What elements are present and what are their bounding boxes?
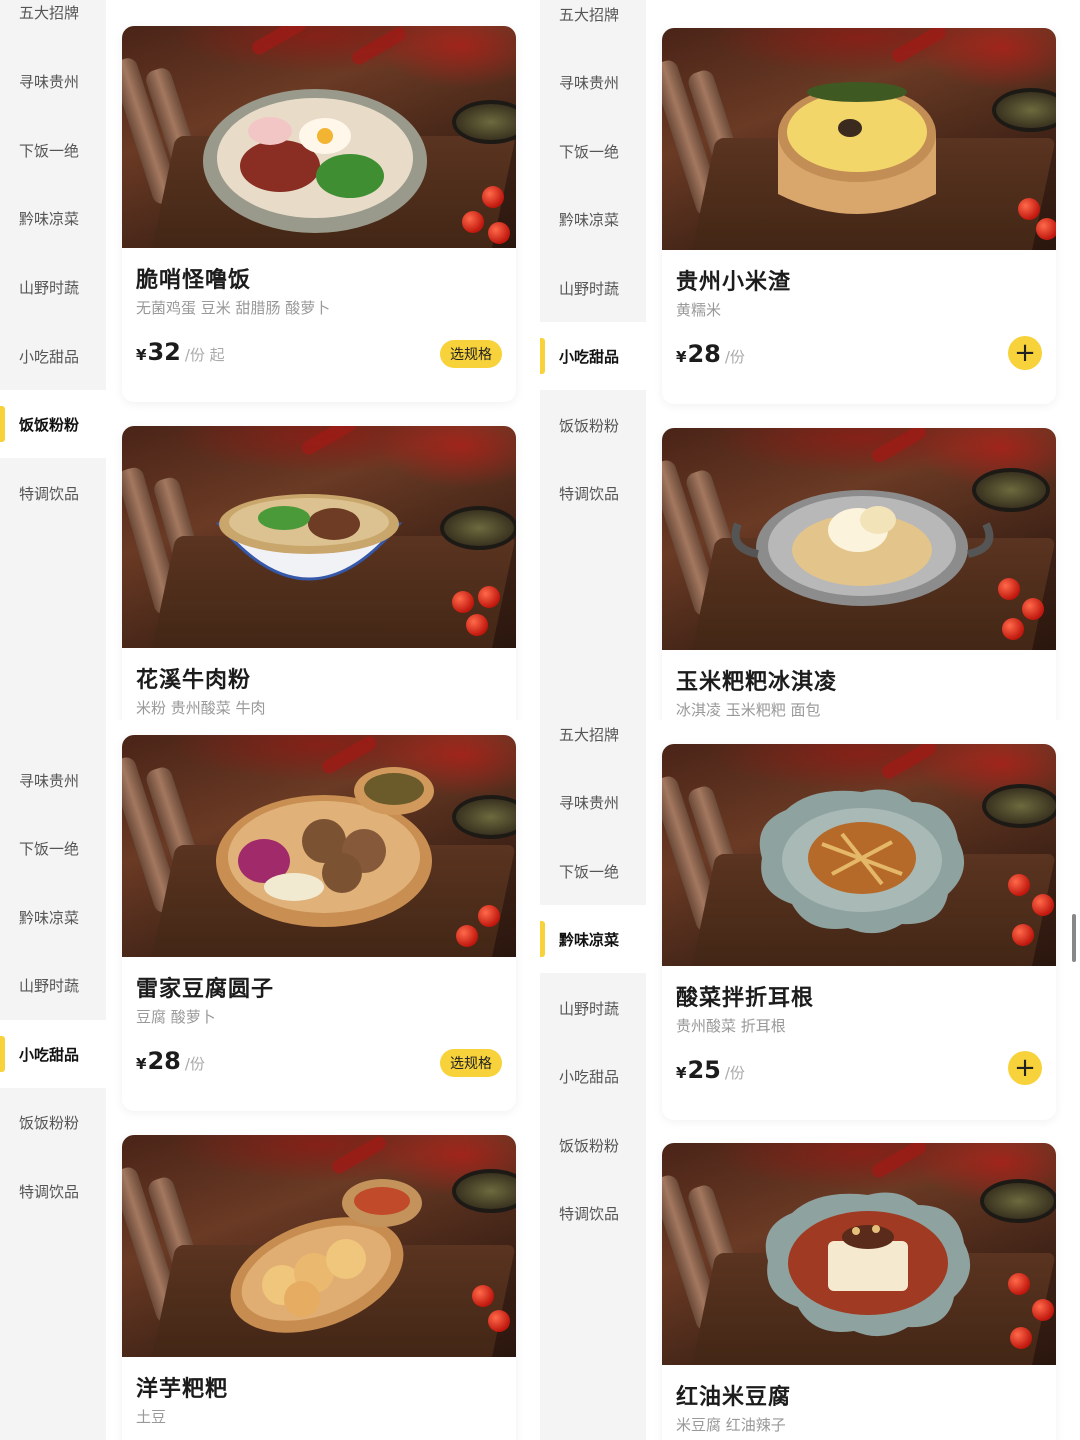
category-item[interactable]: 下饭一绝 (0, 116, 106, 184)
category-item[interactable]: 黔味凉菜 (0, 184, 106, 252)
dish-price: ¥ 25 /份 (676, 1056, 745, 1084)
category-item[interactable]: 饭饭粉粉 (540, 391, 646, 459)
dish-name: 雷家豆腐圆子 (136, 977, 275, 1002)
category-item-active[interactable]: 黔味凉菜 (540, 905, 646, 973)
category-item[interactable]: 寻味贵州 (540, 48, 646, 116)
currency: ¥ (676, 1064, 687, 1082)
dish-name: 洋芋粑粑 (136, 1377, 229, 1402)
scrollbar[interactable] (1072, 914, 1076, 962)
category-item[interactable]: 特调饮品 (0, 459, 106, 527)
price-value: 28 (687, 340, 721, 368)
category-sidebar: 五大招牌 寻味贵州 下饭一绝 黔味凉菜 山野时蔬 小吃甜品 饭饭粉粉 特调饮品 (540, 0, 646, 720)
dish-card[interactable]: 酸菜拌折耳根 贵州酸菜 折耳根 ¥ 25 /份 + (662, 744, 1056, 1120)
dish-photo (662, 1143, 1056, 1365)
dish-card[interactable]: 洋芋粑粑 土豆 (122, 1135, 516, 1440)
add-to-cart-button[interactable]: + (1008, 1051, 1042, 1085)
select-spec-button[interactable]: 选规格 (440, 340, 502, 368)
price-value: 25 (687, 1056, 721, 1084)
dish-photo (662, 744, 1056, 966)
dish-price: ¥ 32 /份 起 (136, 338, 225, 366)
price-value: 32 (147, 338, 181, 366)
category-item[interactable]: 小吃甜品 (0, 322, 106, 390)
dish-desc: 贵州酸菜 折耳根 (676, 1017, 786, 1035)
category-item[interactable]: 山野时蔬 (540, 254, 646, 322)
dish-name: 红油米豆腐 (676, 1385, 792, 1410)
dish-photo (662, 428, 1056, 650)
dish-card[interactable]: 贵州小米渣 黄糯米 ¥ 28 /份 + (662, 28, 1056, 404)
category-item-active[interactable]: 饭饭粉粉 (0, 390, 106, 458)
dish-photo (122, 735, 516, 957)
category-item[interactable]: 寻味贵州 (0, 47, 106, 115)
category-item[interactable]: 饭饭粉粉 (0, 1088, 106, 1156)
category-item[interactable]: 五大招牌 (540, 0, 646, 48)
dish-name: 脆哨怪噜饭 (136, 268, 252, 293)
currency: ¥ (136, 1055, 147, 1073)
price-unit: /份 (724, 1064, 745, 1082)
category-item[interactable]: 下饭一绝 (540, 837, 646, 905)
dish-card[interactable]: 玉米粑粑冰淇凌 冰淇凌 玉米粑粑 面包 (662, 428, 1056, 720)
price-unit: /份 (724, 348, 745, 366)
dish-name: 花溪牛肉粉 (136, 668, 252, 693)
category-item[interactable]: 山野时蔬 (0, 253, 106, 321)
price-unit: /份 (184, 1055, 205, 1073)
dish-name: 贵州小米渣 (676, 270, 792, 295)
category-item[interactable]: 下饭一绝 (540, 117, 646, 185)
dish-photo (662, 28, 1056, 250)
dish-photo (122, 1135, 516, 1357)
category-item[interactable]: 饭饭粉粉 (540, 1111, 646, 1179)
dish-price: ¥ 28 /份 (136, 1047, 205, 1075)
add-to-cart-button[interactable]: + (1008, 336, 1042, 370)
dish-card[interactable]: 脆哨怪噜饭 无菌鸡蛋 豆米 甜腊肠 酸萝卜 ¥ 32 /份 起 选规格 (122, 26, 516, 402)
dish-desc: 豆腐 酸萝卜 (136, 1008, 216, 1026)
dish-desc: 冰淇凌 玉米粑粑 面包 (676, 701, 821, 719)
dish-card[interactable]: 红油米豆腐 米豆腐 红油辣子 (662, 1143, 1056, 1440)
dish-card[interactable]: 雷家豆腐圆子 豆腐 酸萝卜 ¥ 28 /份 选规格 (122, 735, 516, 1111)
dish-name: 酸菜拌折耳根 (676, 986, 815, 1011)
price-unit: /份 起 (184, 346, 225, 364)
left-bottom-panel: 寻味贵州 下饭一绝 黔味凉菜 山野时蔬 小吃甜品 饭饭粉粉 特调饮品 雷家豆腐圆… (0, 720, 530, 1440)
category-item[interactable]: 寻味贵州 (540, 768, 646, 836)
right-top-panel: 五大招牌 寻味贵州 下饭一绝 黔味凉菜 山野时蔬 小吃甜品 饭饭粉粉 特调饮品 … (540, 0, 1080, 720)
dish-desc: 米粉 贵州酸菜 牛肉 (136, 699, 266, 717)
category-item[interactable]: 特调饮品 (0, 1157, 106, 1225)
category-item[interactable]: 特调饮品 (540, 459, 646, 527)
dish-desc: 土豆 (136, 1408, 167, 1426)
category-item[interactable]: 黔味凉菜 (540, 185, 646, 253)
dish-desc: 米豆腐 红油辣子 (676, 1416, 786, 1434)
dish-desc: 黄糯米 (676, 301, 722, 319)
select-spec-button[interactable]: 选规格 (440, 1049, 502, 1077)
category-item[interactable]: 黔味凉菜 (0, 883, 106, 951)
category-sidebar: 寻味贵州 下饭一绝 黔味凉菜 山野时蔬 小吃甜品 饭饭粉粉 特调饮品 (0, 720, 106, 1440)
category-item[interactable]: 山野时蔬 (0, 951, 106, 1019)
currency: ¥ (136, 346, 147, 364)
category-item[interactable]: 寻味贵州 (0, 746, 106, 814)
dish-desc: 无菌鸡蛋 豆米 甜腊肠 酸萝卜 (136, 299, 331, 317)
right-bottom-panel: 五大招牌 寻味贵州 下饭一绝 黔味凉菜 山野时蔬 小吃甜品 饭饭粉粉 特调饮品 … (540, 720, 1080, 1440)
dish-name: 玉米粑粑冰淇凌 (676, 670, 838, 695)
category-item[interactable]: 下饭一绝 (0, 814, 106, 882)
category-item[interactable]: 五大招牌 (0, 0, 106, 46)
category-sidebar: 五大招牌 寻味贵州 下饭一绝 黔味凉菜 山野时蔬 小吃甜品 饭饭粉粉 特调饮品 (0, 0, 106, 720)
left-top-panel: 五大招牌 寻味贵州 下饭一绝 黔味凉菜 山野时蔬 小吃甜品 饭饭粉粉 特调饮品 (0, 0, 530, 720)
dish-photo (122, 426, 516, 648)
dish-price: ¥ 28 /份 (676, 340, 745, 368)
category-sidebar: 五大招牌 寻味贵州 下饭一绝 黔味凉菜 山野时蔬 小吃甜品 饭饭粉粉 特调饮品 (540, 720, 646, 1440)
category-item-active[interactable]: 小吃甜品 (0, 1020, 106, 1088)
category-item[interactable]: 小吃甜品 (540, 1042, 646, 1110)
dish-card[interactable]: 花溪牛肉粉 米粉 贵州酸菜 牛肉 (122, 426, 516, 720)
category-item-active[interactable]: 小吃甜品 (540, 322, 646, 390)
category-item[interactable]: 山野时蔬 (540, 974, 646, 1042)
price-value: 28 (147, 1047, 181, 1075)
currency: ¥ (676, 348, 687, 366)
category-item[interactable]: 特调饮品 (540, 1179, 646, 1247)
dish-photo (122, 26, 516, 248)
category-item[interactable]: 五大招牌 (540, 720, 646, 768)
